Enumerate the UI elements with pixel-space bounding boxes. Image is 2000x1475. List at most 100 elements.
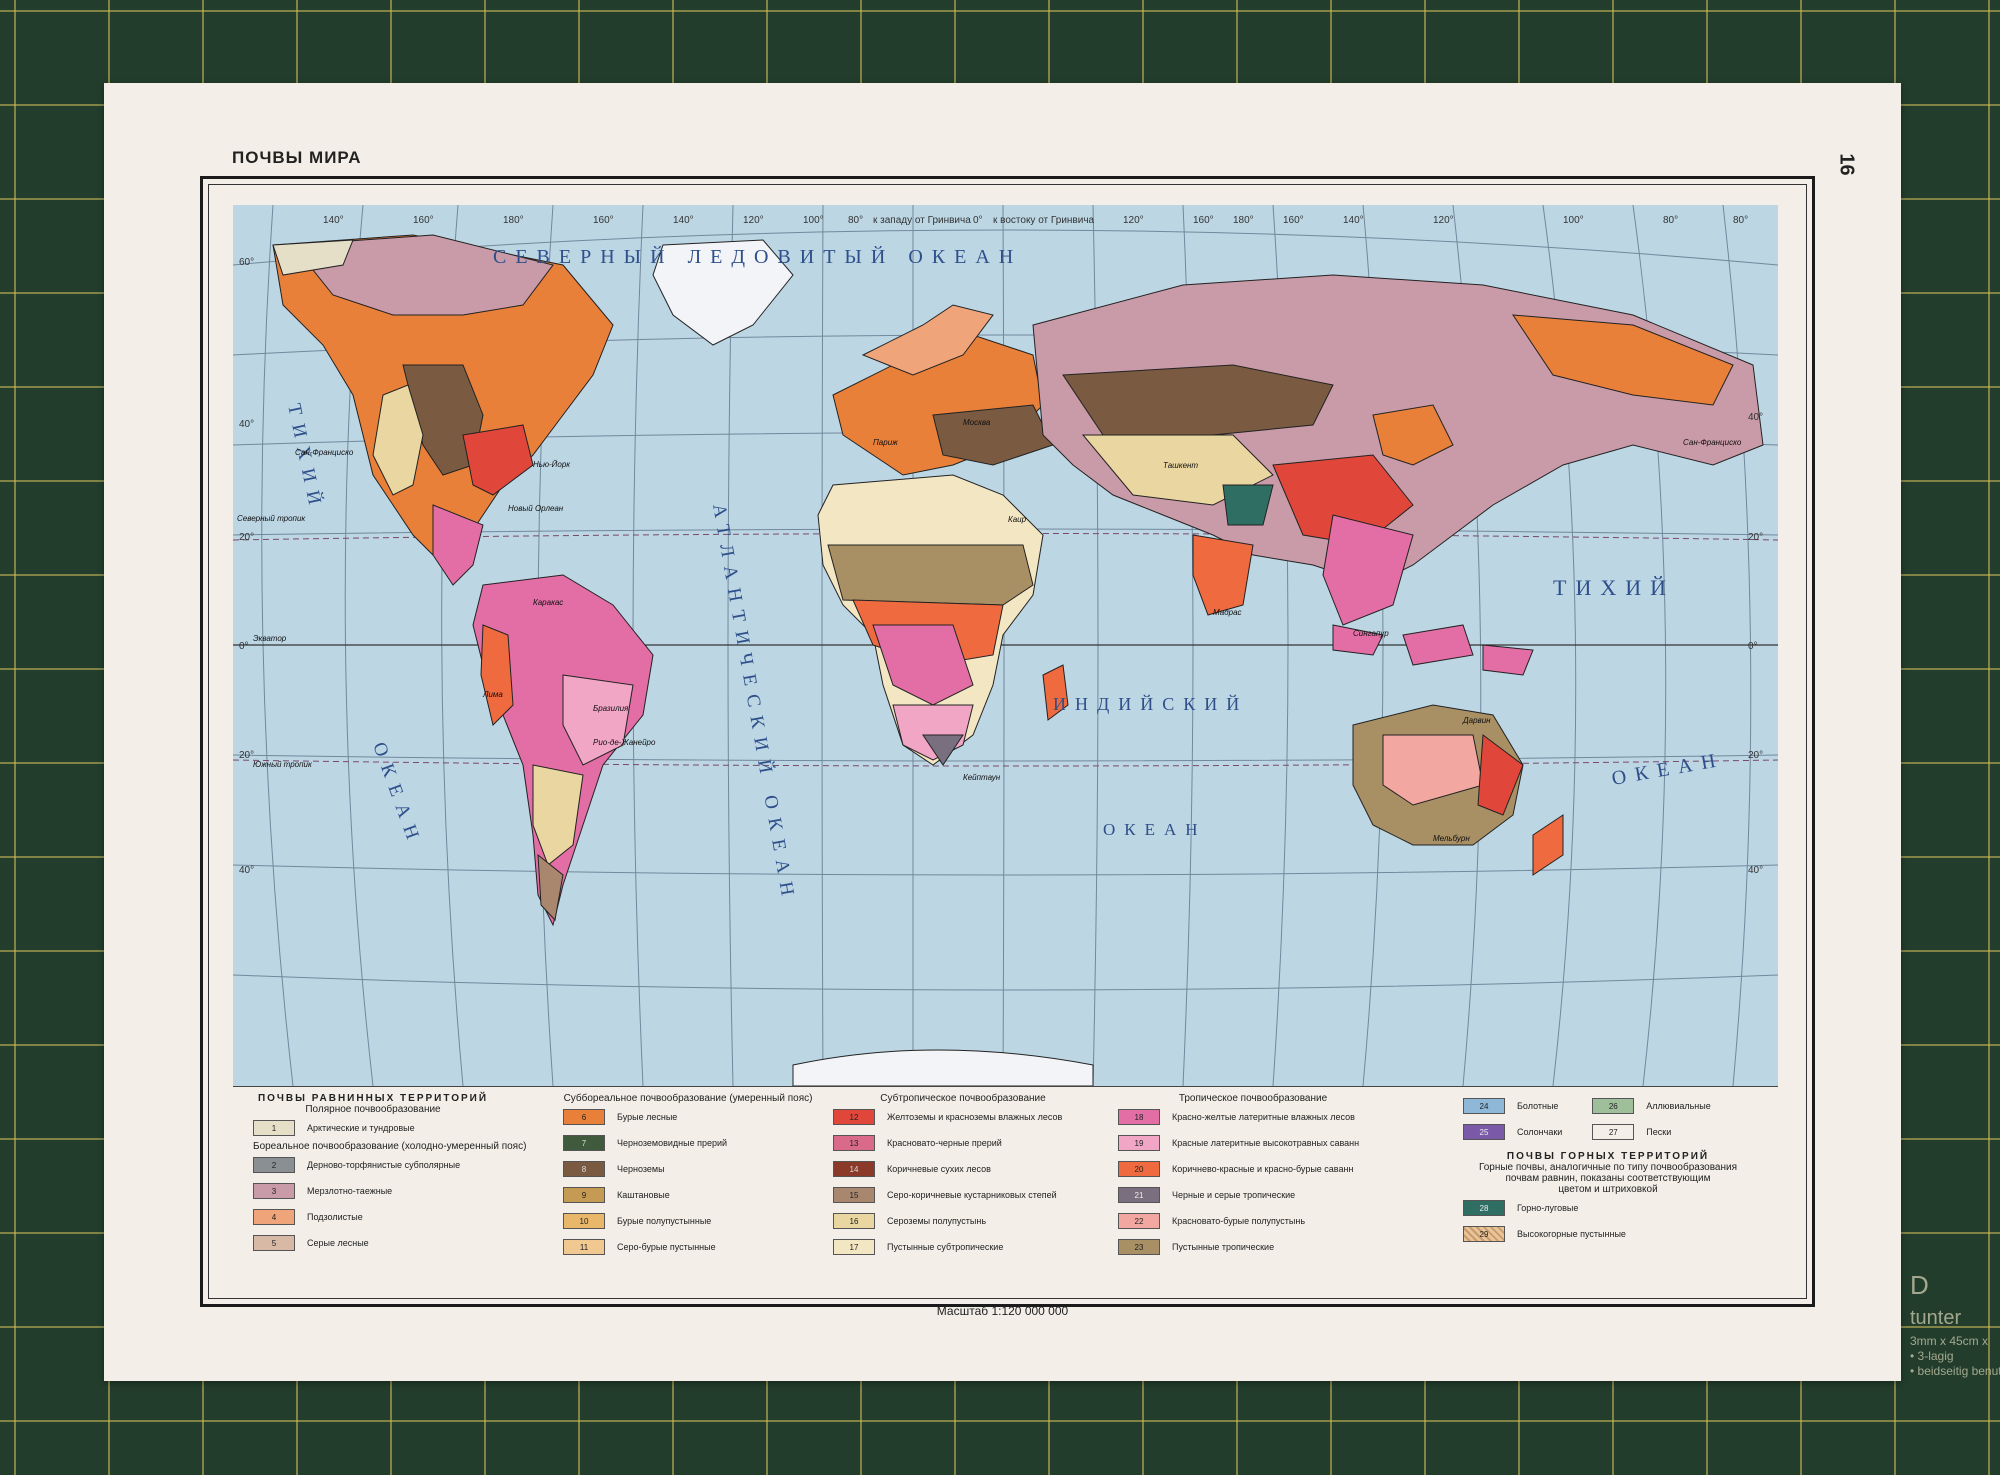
legend-swatch: 15 — [833, 1187, 875, 1203]
legend-item: 6 Бурые лесные — [563, 1104, 813, 1130]
legend-swatch: 27 — [1592, 1124, 1635, 1140]
legend-swatch: 17 — [833, 1239, 875, 1255]
svg-text:80°: 80° — [1733, 215, 1748, 226]
svg-text:160°: 160° — [1283, 215, 1304, 226]
legend-item: 26 Аллювиальные — [1592, 1093, 1711, 1119]
legend-item: 22 Красновато-бурые полупустынь — [1118, 1208, 1388, 1234]
legend-item: 3 Мерзлотно-таежные — [253, 1178, 493, 1204]
legend-item: 16 Сероземы полупустынь — [833, 1208, 1093, 1234]
svg-text:Париж: Париж — [873, 438, 898, 447]
svg-text:к востоку от Гринвича: к востоку от Гринвича — [993, 215, 1095, 226]
svg-text:Москва: Москва — [963, 418, 991, 427]
legend-swatch: 3 — [253, 1183, 295, 1199]
svg-text:Сан-Франциско: Сан-Франциско — [1683, 438, 1742, 447]
legend-swatch: 8 — [563, 1161, 605, 1177]
legend-item: 2 Дерново-торфянистые субполярные — [253, 1152, 493, 1178]
svg-text:140°: 140° — [323, 215, 344, 226]
svg-text:к западу от Гринвича: к западу от Гринвича — [873, 215, 971, 226]
legend-item: 27 Пески — [1592, 1119, 1710, 1145]
arctic-ocean-label: СЕВЕРНЫЙ ЛЕДОВИТЫЙ ОКЕАН — [493, 245, 1022, 268]
legend-subheading: Суббореальное почвообразование (умеренны… — [563, 1093, 813, 1104]
legend-swatch: 4 — [253, 1209, 295, 1225]
legend-item: 29 Высокогорные пустынные — [1463, 1221, 1753, 1247]
legend-swatch: 18 — [1118, 1109, 1160, 1125]
svg-text:60°: 60° — [239, 257, 254, 268]
legend-col-plain-polar-boreal: ПОЧВЫ РАВНИННЫХ ТЕРРИТОРИЙ Полярное почв… — [253, 1093, 526, 1256]
page-title: ПОЧВЫ МИРА — [232, 148, 362, 167]
legend-swatch: 20 — [1118, 1161, 1160, 1177]
legend-item: 7 Черноземовидные прерий — [563, 1130, 813, 1156]
legend-swatch: 22 — [1118, 1213, 1160, 1229]
legend-swatch: 12 — [833, 1109, 875, 1125]
legend-item: 13 Красновато-черные прерий — [833, 1130, 1093, 1156]
legend-col-subboreal: Суббореальное почвообразование (умеренны… — [563, 1093, 813, 1260]
page-number: 16 — [1835, 153, 1858, 176]
legend-subheading: почвам равнин, показаны соответствующим — [1505, 1173, 1711, 1184]
svg-text:Каракас: Каракас — [533, 598, 563, 607]
svg-text:40°: 40° — [1748, 865, 1763, 876]
legend-item: 17 Пустынные субтропические — [833, 1234, 1093, 1260]
legend-swatch: 14 — [833, 1161, 875, 1177]
indian-ocean-label-1: ИНДИЙСКИЙ — [1053, 694, 1248, 714]
svg-text:80°: 80° — [848, 215, 863, 226]
svg-text:160°: 160° — [593, 215, 614, 226]
legend-item: 10 Бурые полупустынные — [563, 1208, 813, 1234]
svg-text:Ташкент: Ташкент — [1163, 461, 1198, 470]
svg-text:Бразилия: Бразилия — [593, 704, 629, 713]
legend-swatch: 5 — [253, 1235, 295, 1251]
legend-item: 20 Коричнево-красные и красно-бурые саван… — [1118, 1156, 1388, 1182]
legend-item: 1 Арктические и тундровые — [253, 1115, 493, 1141]
pacific-right-label-1: ТИХИЙ — [1553, 575, 1675, 600]
map-scale: Масштаб 1:120 000 000 — [936, 1304, 1069, 1318]
legend-item: 21 Черные и серые тропические — [1118, 1182, 1388, 1208]
svg-text:0°: 0° — [239, 641, 249, 652]
svg-text:Сан-Франциско: Сан-Франциско — [295, 448, 354, 457]
legend-item: 11 Серо-бурые пустынные — [563, 1234, 813, 1260]
legend-subheading: Тропическое почвообразование — [1178, 1093, 1328, 1104]
legend-subheading: цветом и штриховкой — [1558, 1184, 1658, 1195]
legend-swatch: 10 — [563, 1213, 605, 1229]
world-map: 140° 160° 180° 160° 140° 120° 100° 80° к… — [233, 205, 1778, 1086]
legend-subheading: Субтропическое почвообразование — [880, 1093, 1046, 1104]
svg-text:Дарвин: Дарвин — [1462, 716, 1491, 725]
svg-text:20°: 20° — [1748, 532, 1763, 543]
legend-item: 12 Желтоземы и красноземы влажных лесов — [833, 1104, 1093, 1130]
svg-text:20°: 20° — [1748, 750, 1763, 761]
legend-swatch: 9 — [563, 1187, 605, 1203]
legend-col-subtropical: Субтропическое почвообразование 12 Желтоз… — [833, 1093, 1093, 1260]
legend-item: 24 Болотные — [1463, 1093, 1562, 1119]
legend-swatch: 7 — [563, 1135, 605, 1151]
legend-special-grid: 24 Болотные 25 Солончаки 26 Аллювиальные 27… — [1463, 1093, 1753, 1145]
legend-swatch: 26 — [1592, 1098, 1635, 1114]
legend-item: 23 Пустынные тропические — [1118, 1234, 1388, 1260]
legend-swatch: 16 — [833, 1213, 875, 1229]
svg-text:Каир: Каир — [1008, 515, 1027, 524]
legend-swatch: 21 — [1118, 1187, 1160, 1203]
legend-swatch: 19 — [1118, 1135, 1160, 1151]
legend-swatch: 25 — [1463, 1124, 1505, 1140]
svg-text:100°: 100° — [1563, 215, 1584, 226]
svg-text:140°: 140° — [673, 215, 694, 226]
svg-text:Новый Орлеан: Новый Орлеан — [508, 504, 564, 513]
equator-label: Экватор — [253, 634, 287, 643]
north-tropic-label: Северный тропик — [237, 514, 306, 523]
svg-text:20°: 20° — [239, 532, 254, 543]
legend-swatch: 29 — [1463, 1226, 1505, 1242]
legend-col-special-mountain: 24 Болотные 25 Солончаки 26 Аллювиальные 27… — [1463, 1093, 1753, 1247]
svg-text:40°: 40° — [1748, 412, 1763, 423]
svg-text:140°: 140° — [1343, 215, 1364, 226]
svg-text:20°: 20° — [239, 750, 254, 761]
svg-text:Лима: Лима — [482, 690, 503, 699]
svg-text:160°: 160° — [1193, 215, 1214, 226]
legend-item: 14 Коричневые сухих лесов — [833, 1156, 1093, 1182]
svg-text:120°: 120° — [1123, 215, 1144, 226]
svg-text:Мадрас: Мадрас — [1213, 608, 1242, 617]
legend: ПОЧВЫ РАВНИННЫХ ТЕРРИТОРИЙ Полярное почв… — [233, 1086, 1778, 1283]
svg-text:120°: 120° — [1433, 215, 1454, 226]
legend-swatch: 6 — [563, 1109, 605, 1125]
svg-text:0°: 0° — [1748, 641, 1758, 652]
legend-swatch: 23 — [1118, 1239, 1160, 1255]
legend-heading: ПОЧВЫ РАВНИННЫХ ТЕРРИТОРИЙ — [257, 1093, 489, 1104]
legend-item: 18 Красно-желтые латеритные влажных лесов — [1118, 1104, 1388, 1130]
legend-item: 19 Красные латеритные высокотравных саван… — [1118, 1130, 1388, 1156]
